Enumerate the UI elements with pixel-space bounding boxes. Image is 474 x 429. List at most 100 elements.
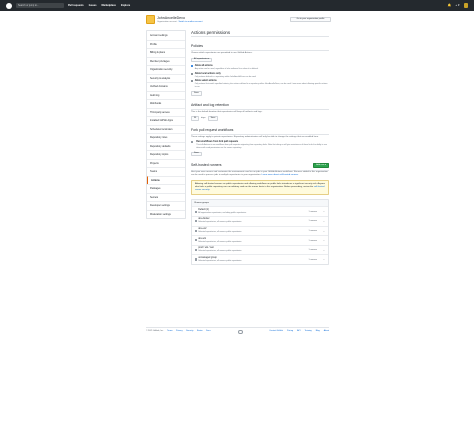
runner-group-row[interactable]: dev-docker Selected repositories, all run… xyxy=(192,215,328,226)
checkbox-icon[interactable] xyxy=(194,210,197,213)
policies-save-button[interactable]: Save xyxy=(191,91,202,96)
policy-option-desc: Only actions defined in a repository wit… xyxy=(194,75,257,78)
nav-explore[interactable]: Explore xyxy=(121,4,130,7)
sidebar-item-github-apps[interactable]: Installed GitHub Apps xyxy=(147,116,185,125)
footer-link-blog[interactable]: Blog xyxy=(316,330,320,332)
runner-groups-table: Runner groups Default (1) All organizatio… xyxy=(191,199,329,265)
runner-group-desc: Selected repositories, all runners publi… xyxy=(198,231,242,234)
footer-link-status[interactable]: Status xyxy=(197,330,203,333)
footer-link-security[interactable]: Security xyxy=(186,330,193,333)
checkbox-icon[interactable] xyxy=(194,239,197,242)
nav-pull-requests[interactable]: Pull requests xyxy=(68,4,84,7)
retention-days-input[interactable]: 90 xyxy=(191,116,199,121)
create-new-icon[interactable]: + ▾ xyxy=(455,3,459,7)
retention-row: 90 days Save xyxy=(191,116,329,121)
add-new-runner-button[interactable]: Add new ▾ xyxy=(313,163,329,169)
github-mark-icon[interactable] xyxy=(238,329,243,334)
nav-marketplace[interactable]: Marketplace xyxy=(102,4,116,7)
checkbox-icon[interactable] xyxy=(194,258,197,261)
page-title: Actions permissions xyxy=(191,30,329,37)
policies-description: Choose which repositories are permitted … xyxy=(191,52,253,55)
runner-group-desc: Selected repositories, all runners publi… xyxy=(198,259,242,262)
sidebar-item-audit-log[interactable]: Audit log xyxy=(147,90,185,100)
chevron-down-icon[interactable]: ⌄ xyxy=(323,239,325,243)
fork-option[interactable]: Run workflows from fork pull requests Thi… xyxy=(191,140,329,149)
sidebar-item-teams[interactable]: Teams xyxy=(147,167,185,176)
sidebar-item-profile[interactable]: Profile xyxy=(147,39,185,49)
runner-group-row[interactable]: dev-ec2 Selected repositories, all runner… xyxy=(192,225,328,236)
security-warning-text: Allowing self-hosted runners on public r… xyxy=(195,183,325,189)
footer-link-privacy[interactable]: Privacy xyxy=(176,330,183,333)
sidebar-item-projects[interactable]: Projects xyxy=(147,158,185,168)
policy-scope-dropdown[interactable]: All repositories ▾ xyxy=(191,57,213,63)
footer-link-training[interactable]: Training xyxy=(304,330,311,332)
radio-icon[interactable] xyxy=(191,80,194,83)
top-nav: Pull requests Issues Marketplace Explore xyxy=(68,4,130,7)
sidebar-item-account-settings[interactable]: Account settings xyxy=(147,31,185,40)
org-profile-button[interactable]: Go to your organization profile xyxy=(290,16,331,22)
fork-title: Fork pull request workflows xyxy=(191,127,234,132)
sidebar-item-moderation-settings[interactable]: Moderation settings xyxy=(147,209,185,219)
sidebar-item-security-analysis[interactable]: Security & analysis xyxy=(147,73,185,83)
footer-link-contact[interactable]: Contact GitHub xyxy=(269,330,283,332)
sidebar-item-developer-settings[interactable]: Developer settings xyxy=(147,201,185,210)
sidebar-item-repository-defaults[interactable]: Repository defaults xyxy=(147,141,185,151)
runners-description: Host your own runners and customize the … xyxy=(191,171,329,177)
chevron-down-icon[interactable]: ⌄ xyxy=(323,249,325,253)
sidebar-item-repository-roles[interactable]: Repository roles xyxy=(147,133,185,142)
switch-account-link[interactable]: Switch to another account xyxy=(179,21,203,23)
notification-bell-icon[interactable]: 🔔 xyxy=(448,3,452,7)
radio-selected-icon[interactable] xyxy=(191,65,194,68)
checkbox-icon[interactable] xyxy=(194,220,197,223)
runner-group-row[interactable]: prod / win / test Selected repositories, … xyxy=(192,244,328,255)
sidebar-item-scheduled-reminders[interactable]: Scheduled reminders xyxy=(147,124,185,134)
search-input[interactable]: Search or jump to... xyxy=(16,3,64,8)
runner-group-count: 1 runners xyxy=(308,258,317,261)
runners-section: Self-hosted runners Add new ▾ Host your … xyxy=(191,163,329,265)
fork-section: Fork pull request workflows These settin… xyxy=(191,127,329,157)
sidebar-item-packages[interactable]: Packages xyxy=(147,184,185,193)
top-right-controls: 🔔 + ▾ xyxy=(448,3,468,8)
artifact-save-button[interactable]: Save xyxy=(207,116,219,121)
sidebar-item-repository-topics[interactable]: Repository topics xyxy=(147,150,185,159)
checkbox-icon[interactable] xyxy=(194,229,197,232)
chevron-down-icon[interactable]: ⌄ xyxy=(323,230,325,234)
policy-option-select[interactable]: Allow select actions Only actions that ma… xyxy=(191,80,329,88)
fork-save-button[interactable]: Save xyxy=(191,151,202,157)
sidebar-item-webhooks[interactable]: Webhooks xyxy=(147,99,185,108)
sidebar-item-member-privileges[interactable]: Member privileges xyxy=(147,56,185,66)
checkbox-icon[interactable] xyxy=(191,140,194,144)
sidebar-item-billing[interactable]: Billing & plans xyxy=(147,48,185,57)
radio-icon[interactable] xyxy=(191,72,194,75)
nav-issues[interactable]: Issues xyxy=(89,4,97,7)
footer-link-about[interactable]: About xyxy=(324,330,329,332)
runners-learn-more-link[interactable]: Learn more about self-hosted runners. xyxy=(262,174,299,176)
runner-group-row[interactable]: dev-win Selected repositories, all runner… xyxy=(192,235,328,245)
footer-link-api[interactable]: API xyxy=(297,330,300,332)
chevron-down-icon[interactable]: ⌄ xyxy=(323,258,325,262)
runner-group-row[interactable]: unmanaged group Selected repositories, al… xyxy=(192,254,328,264)
sidebar-item-third-party-access[interactable]: Third-party access xyxy=(147,107,185,117)
runner-group-count: 1 runners xyxy=(308,230,317,232)
main-content: Actions permissions Policies Choose whic… xyxy=(191,30,329,265)
footer-link-pricing[interactable]: Pricing xyxy=(287,330,293,332)
chevron-down-icon[interactable]: ⌄ xyxy=(323,220,325,224)
chevron-down-icon[interactable]: ⌄ xyxy=(323,210,325,214)
runner-group-count: 1 runners xyxy=(308,210,317,213)
runner-group-row[interactable]: Default (1) All organization repositories… xyxy=(192,206,328,216)
policy-option-all[interactable]: Allow all actions Any action can be used,… xyxy=(191,65,329,71)
checkbox-icon[interactable] xyxy=(194,248,197,252)
runner-group-count: 1 runners xyxy=(308,220,317,223)
footer-link-docs[interactable]: Docs xyxy=(206,330,211,333)
user-avatar[interactable] xyxy=(463,3,468,8)
footer-link-terms[interactable]: Terms xyxy=(167,330,172,333)
sidebar-item-org-security[interactable]: Organization security xyxy=(147,65,185,74)
sidebar-item-actions[interactable]: Actions xyxy=(147,175,185,184)
artifact-section: Artifact and log retention This is the d… xyxy=(191,103,329,121)
fork-option-desc: This tells Actions to run workflows from… xyxy=(196,143,327,149)
policy-option-local[interactable]: Allow local actions only Only actions def… xyxy=(191,73,329,79)
sidebar-item-secrets[interactable]: Secrets xyxy=(147,192,185,202)
github-logo-icon[interactable] xyxy=(6,2,12,9)
sidebar-item-verified-domains[interactable]: Verified domains xyxy=(147,82,185,91)
top-navigation-bar: Search or jump to... Pull requests Issue… xyxy=(0,0,474,11)
